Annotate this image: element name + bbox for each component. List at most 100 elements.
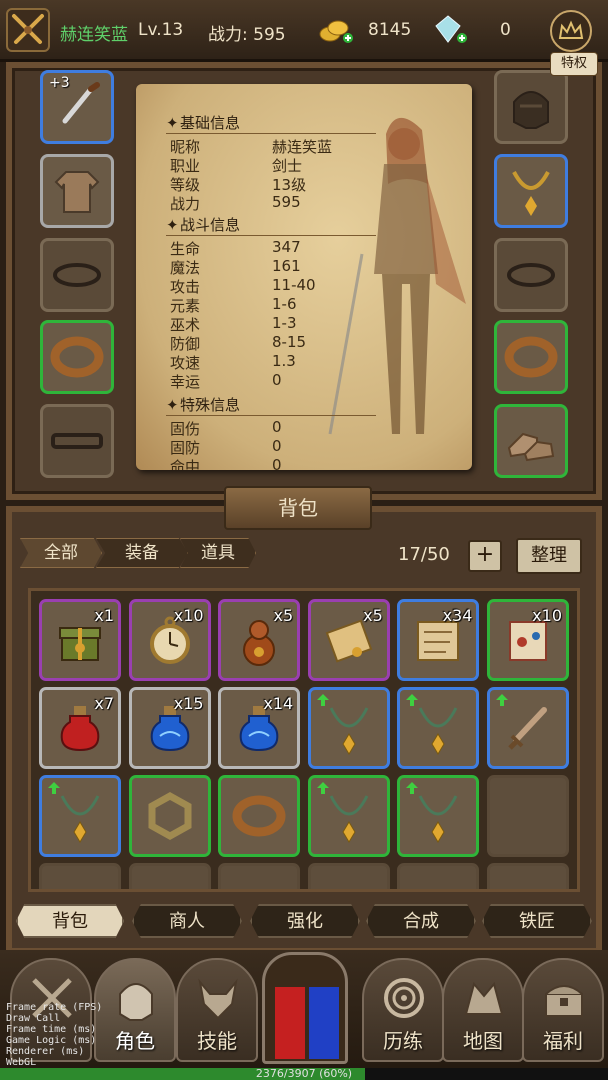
nav-label-training: 历练 [383,1029,423,1053]
tab-synthesis[interactable]: 合成 [366,904,476,938]
stat-label: 幸运 [170,373,201,391]
necklace-slot[interactable] [494,154,568,228]
inventory-empty-slot[interactable] [397,863,480,889]
tab-enhance[interactable]: 强化 [250,904,360,938]
sword-icon [508,707,547,750]
item-quantity: x7 [94,694,114,713]
nav-label-map: 地图 [463,1029,503,1053]
inventory-empty-slot[interactable] [218,863,301,889]
privilege-button[interactable]: 特权 [550,52,598,76]
inventory-item[interactable]: x10 [128,599,211,681]
inventory-empty-slot[interactable] [39,863,121,889]
upgrade-arrow-icon [406,782,419,794]
weapon-bonus: +3 [49,75,70,91]
mp-bar [309,987,339,1059]
item-quantity: x10 [532,606,562,625]
inventory-item[interactable]: x1 [39,599,121,681]
tab-backpack[interactable]: 背包 [16,904,124,938]
nav-skills[interactable]: 技能 [176,958,258,1062]
inventory-empty-slot[interactable] [487,775,569,857]
upgrade-arrow-icon [316,782,329,794]
ring-icon [232,795,286,837]
player-level: Lv.13 [138,20,184,40]
expand-bag-button[interactable]: + [468,540,502,572]
filter-equipment-tab[interactable]: 装备 [96,538,188,568]
stat-value: 0 [272,371,282,389]
inventory-item[interactable]: x15 [128,687,211,769]
stat-label: 固伤 [170,420,201,438]
player-name: 赫连笑蓝 [60,25,128,45]
gold-amount: 8145 [368,20,412,40]
tab-blacksmith[interactable]: 铁匠 [482,904,592,938]
upgrade-arrow-icon [496,694,508,706]
hex-ring-icon [148,791,192,841]
necklace-icon [329,707,369,755]
inventory-empty-slot[interactable] [128,863,211,889]
item-quantity: x10 [173,606,204,625]
inventory-empty-slot[interactable] [307,863,390,889]
inventory-item[interactable] [397,775,480,857]
belt-slot[interactable] [40,404,114,478]
diamond-icon[interactable] [432,14,468,46]
stat-value: 161 [272,257,301,275]
inventory-item[interactable]: x5 [218,599,301,681]
upgrade-arrow-icon [48,782,60,794]
stat-value: 11-40 [272,276,316,294]
treasure-chest-icon [545,985,583,1017]
stat-label: 等级 [170,176,201,194]
inventory-item[interactable]: x5 [307,599,390,681]
nav-training[interactable]: 历练 [362,958,444,1062]
nav-welfare[interactable]: 福利 [522,958,604,1062]
nav-character[interactable]: 角色 [94,958,176,1062]
inventory-item[interactable] [39,775,121,857]
inventory-item[interactable] [307,687,390,769]
bracelet-slot-right[interactable] [494,238,568,312]
backpack-title: 背包 [224,486,372,530]
hp-bar [275,987,305,1059]
demon-mask-icon [198,978,238,1020]
upgrade-arrow-icon [316,694,329,706]
filter-items-tab[interactable]: 道具 [180,538,256,568]
inventory-item[interactable]: x7 [39,687,121,769]
boots-slot[interactable] [494,404,568,478]
necklace-icon [419,707,458,755]
inventory-item[interactable] [487,687,569,769]
armor-slot[interactable] [40,154,114,228]
stat-value: 0 [272,418,282,436]
necklace-icon [60,795,100,843]
crossed-swords-icon[interactable] [6,8,50,52]
inventory-item[interactable] [218,775,301,857]
nav-label-welfare: 福利 [543,1029,583,1053]
bracelet-slot[interactable] [40,238,114,312]
gold-coins-icon[interactable] [318,16,354,44]
bracelet-outline-icon [53,263,101,287]
stat-label: 职业 [170,157,201,175]
section-basic: ✦基础信息 [166,112,376,134]
debug-overlay: Frame rate (FPS) Draw Call Frame time (m… [6,1002,103,1068]
ring-slot-right[interactable] [494,320,568,394]
weapon-slot[interactable]: +3 [40,70,114,144]
stat-value: 剑士 [272,157,303,175]
inventory-item[interactable] [397,687,480,769]
ring-slot-left[interactable] [40,320,114,394]
crown-icon[interactable] [550,10,592,52]
filter-all-tab[interactable]: 全部 [20,538,102,568]
inventory-item[interactable] [128,775,211,857]
inventory-item[interactable]: x14 [218,687,301,769]
nav-label-skills: 技能 [197,1029,237,1053]
inventory-item[interactable] [307,775,390,857]
boots-icon [507,432,555,462]
nav-map[interactable]: 地图 [442,958,524,1062]
top-bar: 赫连笑蓝 Lv.13 战力: 595 8145 0 [0,0,608,62]
helmet-slot[interactable] [494,70,568,144]
tab-merchant[interactable]: 商人 [132,904,242,938]
item-quantity: x14 [263,694,294,713]
stat-value: 0 [272,437,282,455]
inventory-item[interactable]: x10 [487,599,569,681]
stat-label: 昵称 [170,138,201,156]
sort-button[interactable]: 整理 [516,538,582,574]
inventory-item[interactable]: x34 [397,599,480,681]
bracelet-outline-icon [507,263,555,287]
stat-value: 595 [272,193,301,211]
inventory-empty-slot[interactable] [487,863,569,889]
